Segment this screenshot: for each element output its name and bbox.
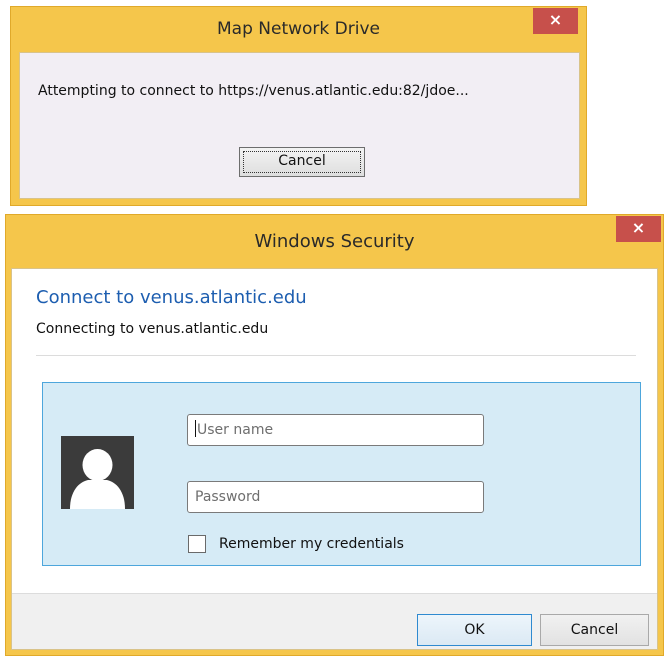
map-network-drive-dialog: Map Network Drive × Attempting to connec… — [10, 6, 587, 206]
text-caret — [195, 420, 196, 437]
credential-tile[interactable]: User name Password Remember my credentia… — [42, 382, 641, 566]
map-network-drive-close-button[interactable]: × — [533, 8, 578, 34]
connect-subheading: Connecting to venus.atlantic.edu — [36, 321, 269, 337]
remember-credentials-option[interactable]: Remember my credentials — [188, 534, 404, 554]
password-placeholder: Password — [195, 489, 261, 505]
username-input[interactable]: User name — [187, 414, 484, 446]
close-icon: × — [631, 218, 646, 237]
map-drive-cancel-button[interactable]: Cancel — [239, 147, 365, 177]
connection-status-message: Attempting to connect to https://venus.a… — [38, 83, 469, 99]
divider — [36, 355, 636, 356]
username-placeholder: User name — [197, 422, 274, 438]
windows-security-dialog: Windows Security × Connect to venus.atla… — [5, 214, 664, 656]
security-cancel-label: Cancel — [570, 622, 619, 638]
windows-security-title: Windows Security — [254, 231, 415, 252]
security-cancel-button[interactable]: Cancel — [540, 614, 649, 646]
windows-security-close-button[interactable]: × — [616, 216, 661, 242]
password-input[interactable]: Password — [187, 481, 484, 513]
focus-rectangle — [243, 151, 361, 173]
connect-heading: Connect to venus.atlantic.edu — [36, 287, 307, 308]
windows-security-body: Connect to venus.atlantic.edu Connecting… — [11, 268, 658, 650]
user-avatar-icon — [61, 436, 134, 509]
map-network-drive-body: Attempting to connect to https://venus.a… — [19, 52, 580, 199]
dialog-button-bar: OK Cancel — [12, 593, 657, 649]
ok-label: OK — [464, 622, 485, 638]
remember-credentials-label[interactable]: Remember my credentials — [219, 536, 404, 552]
map-network-drive-title: Map Network Drive — [217, 19, 380, 39]
ok-button[interactable]: OK — [417, 614, 532, 646]
remember-credentials-checkbox[interactable] — [188, 535, 206, 553]
close-icon: × — [548, 10, 563, 29]
